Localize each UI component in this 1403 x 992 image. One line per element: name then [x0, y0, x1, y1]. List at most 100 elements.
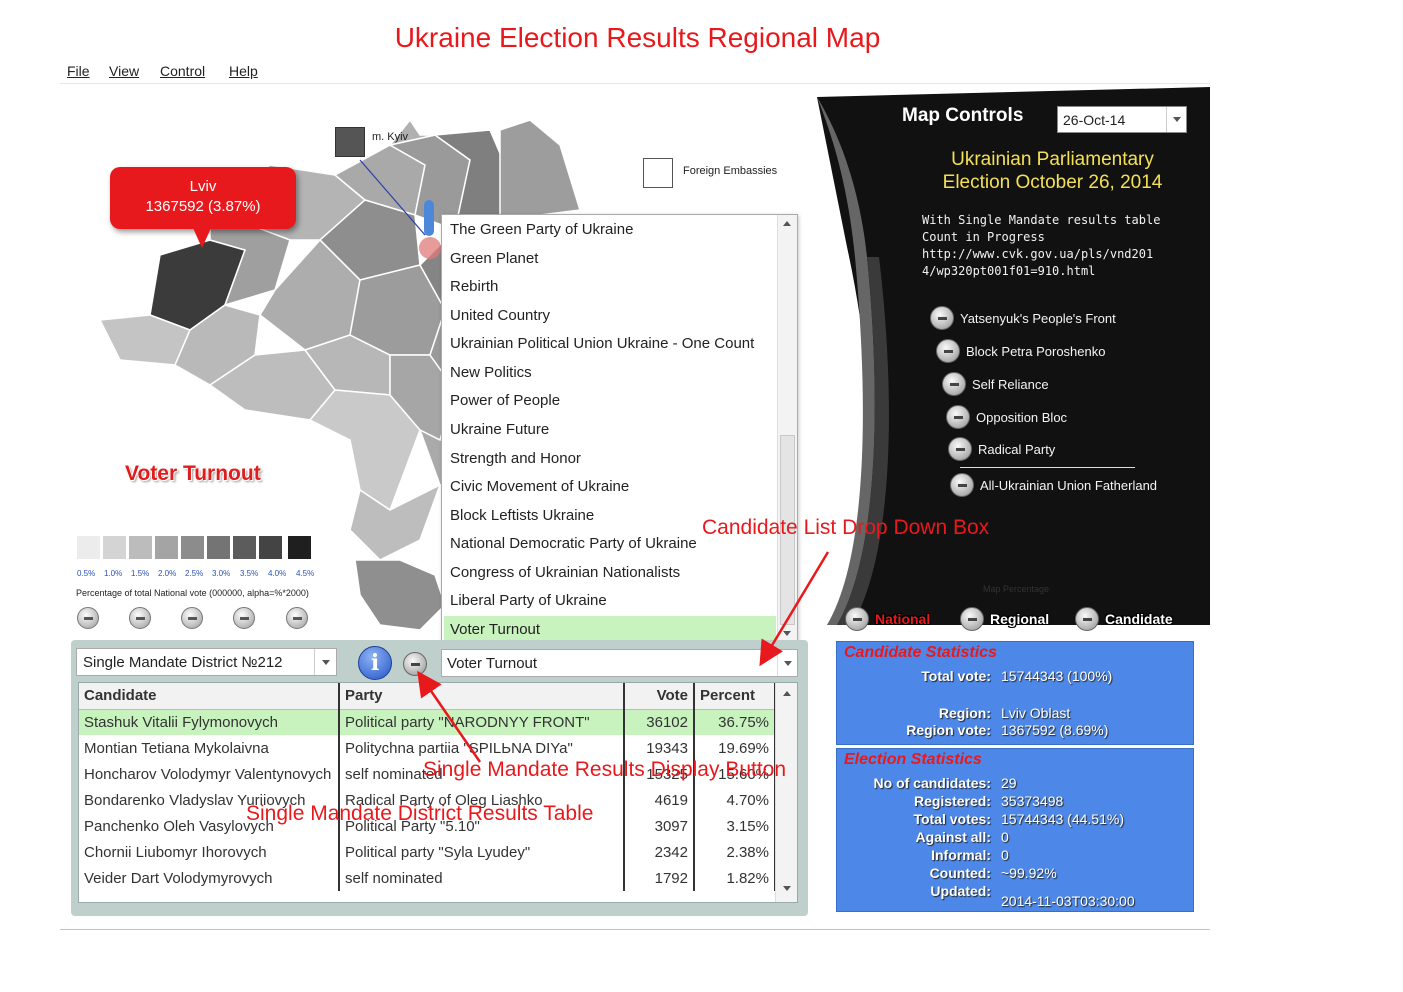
- map-marker: [424, 200, 434, 236]
- info-button[interactable]: i: [358, 646, 392, 680]
- menu-control[interactable]: Control: [160, 63, 205, 79]
- cell-candidate: Chornii Liubomyr Ihorovych: [79, 839, 340, 865]
- legend-tick: 2.0%: [158, 569, 177, 578]
- stat-row: Region: Lviv Oblast: [837, 705, 1195, 723]
- annotation-results-table: Single Mandate District Results Table: [246, 802, 594, 825]
- stat-value: 35373498: [1001, 793, 1064, 809]
- note-line: http://www.cvk.gov.ua/pls/vnd201: [922, 247, 1154, 261]
- party-list-item[interactable]: Strength and Honor: [444, 445, 776, 474]
- party-list-item[interactable]: Ukrainian Political Union Ukraine - One …: [444, 330, 776, 359]
- legend-swatch: [77, 536, 100, 559]
- embassy-swatch: [643, 158, 673, 188]
- menu-bar: File View Control Help: [60, 58, 1210, 84]
- stat-label: Against all:: [915, 829, 991, 845]
- election-statistics-title: Election Statistics: [844, 751, 982, 768]
- menu-view[interactable]: View: [109, 63, 139, 79]
- cell-vote: 2342: [624, 839, 695, 865]
- scroll-down-icon[interactable]: [783, 886, 791, 891]
- stat-label: Updated:: [930, 883, 991, 899]
- legend-swatch: [207, 536, 230, 559]
- party-list-item[interactable]: Power of People: [444, 387, 776, 416]
- party-toggle-label: Self Reliance: [972, 377, 1049, 392]
- party-list-item[interactable]: United Country: [444, 302, 776, 331]
- cell-candidate: Montian Tetiana Mykolaivna: [79, 735, 340, 761]
- toggle-icon[interactable]: [946, 405, 970, 429]
- toggle-icon[interactable]: [942, 372, 966, 396]
- stat-value: 15744343 (44.51%): [1001, 811, 1124, 827]
- legend-swatch: [259, 536, 282, 559]
- stat-label: Total votes:: [913, 811, 991, 827]
- party-list-item[interactable]: Rebirth: [444, 273, 776, 302]
- toggle-icon[interactable]: [930, 306, 954, 330]
- candidate-statistics: Candidate Statistics Total vote: 1574434…: [836, 641, 1194, 745]
- tooltip-tail: [193, 228, 211, 248]
- party-toggle-label: Opposition Bloc: [976, 410, 1068, 425]
- party-list-item[interactable]: Ukraine Future: [444, 416, 776, 445]
- annotation-arrows: [417, 551, 830, 763]
- cell-candidate: Veider Dart Volodymyrovych: [79, 865, 340, 891]
- legend-button[interactable]: [181, 607, 203, 629]
- legend-button[interactable]: [286, 607, 308, 629]
- stat-row: Total vote: 15744343 (100%): [837, 668, 1195, 686]
- note-line: Count in Progress: [922, 230, 1045, 244]
- embassy-label: Foreign Embassies: [683, 165, 778, 177]
- party-toggle-label: Yatsenyuk's People's Front: [960, 311, 1116, 326]
- election-title-line1: Ukrainian Parliamentary: [951, 149, 1154, 170]
- stat-label: Total vote:: [921, 668, 991, 684]
- toggle-icon[interactable]: [936, 339, 960, 363]
- tooltip-region: Lviv: [189, 178, 217, 195]
- legend-swatch: [129, 536, 152, 559]
- column-header-candidate[interactable]: Candidate: [79, 683, 340, 710]
- stat-label: Counted:: [929, 865, 991, 881]
- stat-row: Total votes: 15744343 (44.51%): [837, 811, 1195, 829]
- stat-row: Region vote: 1367592 (8.69%): [837, 722, 1195, 740]
- stat-label: Region vote:: [906, 722, 991, 738]
- map-percentage-option: National: [875, 611, 931, 627]
- election-title-line2: Election October 26, 2014: [942, 172, 1163, 193]
- party-list-item[interactable]: Green Planet: [444, 245, 776, 274]
- page-title: Ukraine Election Results Regional Map: [394, 22, 881, 53]
- party-list-item[interactable]: The Green Party of Ukraine: [444, 216, 776, 245]
- stat-label: Registered:: [913, 793, 991, 809]
- cell-party: self nominated: [339, 865, 625, 891]
- party-toggle-label: All-Ukrainian Union Fatherland: [980, 478, 1158, 493]
- legend-tick: 3.5%: [240, 569, 259, 578]
- map-layer-label: Voter Turnout: [125, 462, 261, 485]
- legend-caption: Percentage of total National vote (00000…: [76, 588, 309, 598]
- chevron-down-icon[interactable]: [314, 649, 336, 675]
- legend-button[interactable]: [129, 607, 151, 629]
- cell-candidate: Honcharov Volodymyr Valentynovych: [79, 761, 340, 787]
- cell-vote: 1792: [624, 865, 695, 891]
- region-tooltip: Lviv 1367592 (3.87%): [110, 167, 296, 229]
- legend-tick: 2.5%: [185, 569, 204, 578]
- election-title: Ukrainian Parliamentary Election October…: [910, 148, 1195, 194]
- stat-row: Registered: 35373498: [837, 793, 1195, 811]
- table-row[interactable]: Chornii Liubomyr Ihorovych Political par…: [79, 839, 776, 865]
- toggle-icon[interactable]: [948, 437, 972, 461]
- menu-help[interactable]: Help: [229, 63, 258, 79]
- district-select[interactable]: Single Mandate District №212: [76, 648, 337, 676]
- info-icon: i: [370, 650, 380, 676]
- party-list-item[interactable]: New Politics: [444, 359, 776, 388]
- divider: [960, 467, 1135, 468]
- toggle-icon[interactable]: [950, 473, 974, 497]
- party-list-item[interactable]: Civic Movement of Ukraine: [444, 473, 776, 502]
- district-select-value: Single Mandate District №212: [83, 654, 283, 671]
- scroll-up-icon[interactable]: [783, 221, 791, 226]
- tooltip-value: 1367592 (3.87%): [145, 198, 261, 215]
- legend-button[interactable]: [233, 607, 255, 629]
- legend-tick: 1.0%: [104, 569, 123, 578]
- toggle-icon[interactable]: [1075, 607, 1099, 631]
- table-row[interactable]: Veider Dart Volodymyrovych self nominate…: [79, 865, 776, 891]
- legend-swatch: [181, 536, 204, 559]
- note-line: 4/wp320pt001f01=910.html: [922, 264, 1096, 278]
- map-percentage-label: Map Percentage: [983, 584, 1050, 594]
- annotation-dropdown: Candidate List Drop Down Box: [702, 516, 990, 539]
- toggle-icon[interactable]: [845, 607, 869, 631]
- legend-tick: 4.5%: [296, 569, 315, 578]
- date-select[interactable]: 26-Oct-14: [1057, 106, 1187, 133]
- legend-button[interactable]: [77, 607, 99, 629]
- toggle-icon[interactable]: [960, 607, 984, 631]
- chevron-down-icon[interactable]: [1166, 107, 1186, 132]
- menu-file[interactable]: File: [67, 63, 90, 79]
